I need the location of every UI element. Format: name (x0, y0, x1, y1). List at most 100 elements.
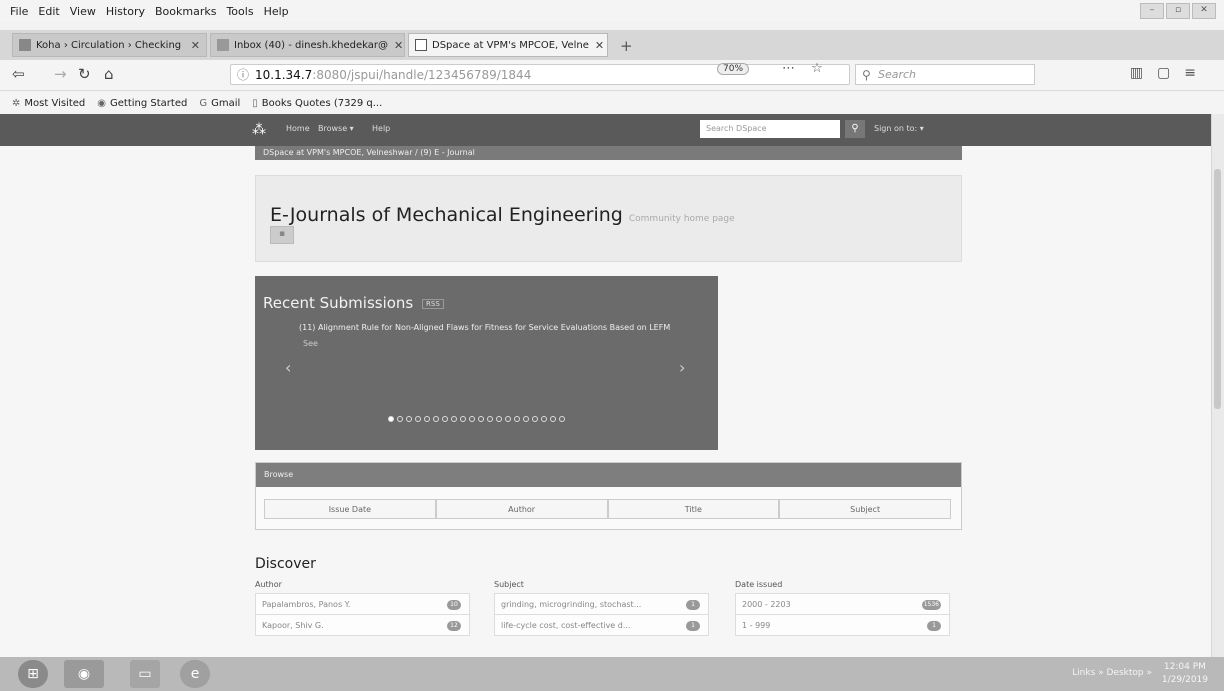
firefox-taskbar-icon[interactable]: ◉ (64, 660, 104, 688)
tab-close-icon[interactable]: ✕ (185, 39, 200, 52)
dspace-search-button[interactable]: ⚲ (845, 120, 865, 138)
menu-edit[interactable]: Edit (38, 5, 59, 18)
browse-subject-button[interactable]: Subject (779, 499, 951, 519)
menu-history[interactable]: History (106, 5, 145, 18)
library-icon[interactable]: ▥▢≡ (1130, 65, 1210, 81)
new-tab-icon[interactable]: + (620, 37, 633, 55)
facet-row[interactable]: grinding, microgrinding, stochast... 1 (494, 593, 709, 615)
browse-title-button[interactable]: Title (607, 499, 780, 519)
carousel-dot[interactable] (523, 416, 529, 422)
bookmark-icon: ▯ (252, 97, 258, 109)
home-icon[interactable]: ⌂ (104, 65, 114, 83)
nav-help[interactable]: Help (372, 124, 390, 133)
tab-close-icon[interactable]: ✕ (388, 39, 403, 52)
window-controls: – ▫ ✕ (1140, 3, 1216, 19)
menu-bookmarks[interactable]: Bookmarks (155, 5, 216, 18)
carousel-dot[interactable] (541, 416, 547, 422)
minimize-icon[interactable]: – (1140, 3, 1164, 19)
facet-label: grinding, microgrinding, stochast... (501, 600, 642, 609)
dspace-navbar: ⁂ Home Browse ▾ Help Search DSpace ⚲ Sig… (0, 114, 1212, 146)
carousel-dot[interactable] (478, 416, 484, 422)
carousel-dot[interactable] (550, 416, 556, 422)
facet-label: 2000 - 2203 (742, 600, 791, 609)
sign-on-menu[interactable]: Sign on to: ▾ (874, 124, 924, 133)
breadcrumb[interactable]: DSpace at VPM's MPCOE, Velneshwar / (9) … (255, 146, 962, 160)
tab-dspace[interactable]: DSpace at VPM's MPCOE, Velne ✕ (408, 33, 608, 57)
url-path: :8080/jspui/handle/123456789/1844 (312, 67, 532, 82)
search-icon: ⚲ (862, 68, 871, 82)
scrollbar-thumb[interactable] (1214, 169, 1221, 409)
carousel-item[interactable]: (11) Alignment Rule for Non-Aligned Flaw… (299, 320, 679, 352)
facet-head: Subject (494, 580, 524, 589)
carousel-dot[interactable] (433, 416, 439, 422)
carousel-next-icon[interactable]: › (679, 358, 685, 377)
start-button-icon[interactable]: ⊞ (18, 660, 48, 688)
community-title: E-Journals of Mechanical Engineering (270, 204, 623, 226)
facet-label: life-cycle cost, cost-effective d... (501, 621, 631, 630)
carousel-dot[interactable] (469, 416, 475, 422)
see-link[interactable]: See (303, 339, 318, 348)
page-actions-icon[interactable]: ⋯ ☆ (782, 61, 829, 76)
carousel-dot[interactable] (415, 416, 421, 422)
menu-tools[interactable]: Tools (226, 5, 253, 18)
folder-icon[interactable]: ▭ (130, 660, 160, 688)
browse-issue-date-button[interactable]: Issue Date (264, 499, 436, 519)
carousel-dot[interactable] (487, 416, 493, 422)
search-input[interactable]: ⚲ Search (855, 64, 1035, 85)
menu-help[interactable]: Help (264, 5, 289, 18)
carousel-dot[interactable] (460, 416, 466, 422)
carousel-dot[interactable] (514, 416, 520, 422)
back-icon[interactable]: ⇦ (12, 65, 25, 83)
carousel-dot[interactable] (496, 416, 502, 422)
menu-file[interactable]: File (10, 5, 28, 18)
menu-view[interactable]: View (70, 5, 96, 18)
recent-title-text: Recent Submissions (263, 294, 414, 312)
dspace-icon (415, 39, 427, 51)
browse-author-button[interactable]: Author (435, 499, 608, 519)
url-bar[interactable]: ⓘ 10.1.34.7 :8080/jspui/handle/123456789… (230, 64, 850, 85)
facet-row[interactable]: life-cycle cost, cost-effective d... 1 (494, 614, 709, 636)
bookmark-books-quotes[interactable]: ▯ Books Quotes (7329 q... (252, 98, 382, 109)
maximize-icon[interactable]: ▫ (1166, 3, 1190, 19)
reload-icon[interactable]: ↻ (78, 65, 91, 83)
carousel-dot[interactable] (505, 416, 511, 422)
forward-icon[interactable]: → (54, 65, 67, 83)
nav-home[interactable]: Home (286, 124, 310, 133)
facet-row[interactable]: 1 - 999 1 (735, 614, 950, 636)
facet-date-issued: Date issued 2000 - 2203 1536 1 - 999 1 (735, 580, 950, 636)
ie-icon[interactable]: e (180, 660, 210, 688)
tab-koha[interactable]: Koha › Circulation › Checking ✕ (12, 33, 207, 57)
carousel-dot[interactable] (424, 416, 430, 422)
menu-bar: File Edit View History Bookmarks Tools H… (0, 0, 1224, 22)
google-icon: G (199, 97, 208, 109)
bookmark-getting-started[interactable]: ◉ Getting Started (97, 98, 187, 109)
carousel-prev-icon[interactable]: ‹ (285, 358, 291, 377)
tab-close-icon[interactable]: ✕ (589, 39, 604, 52)
tab-label: Koha › Circulation › Checking (36, 39, 182, 51)
facet-row[interactable]: Papalambros, Panos Y. 10 (255, 593, 470, 615)
system-clock: 12:04 PM 1/29/2019 (1162, 661, 1208, 687)
nav-browse[interactable]: Browse ▾ (318, 124, 354, 133)
carousel-dot[interactable] (559, 416, 565, 422)
rss-button[interactable]: ▪ (270, 226, 294, 244)
bookmark-most-visited[interactable]: ✲ Most Visited (12, 98, 85, 109)
carousel-dot[interactable] (451, 416, 457, 422)
close-icon[interactable]: ✕ (1192, 3, 1216, 19)
page-scrollbar[interactable] (1211, 114, 1224, 657)
carousel-dot[interactable] (532, 416, 538, 422)
facet-row[interactable]: Kapoor, Shiv G. 12 (255, 614, 470, 636)
tray-links[interactable]: Links » Desktop » (1072, 668, 1152, 678)
carousel-dot[interactable] (397, 416, 403, 422)
tab-inbox[interactable]: Inbox (40) - dinesh.khedekar@ ✕ (210, 33, 405, 57)
zoom-level[interactable]: 70% (717, 63, 750, 75)
carousel-dot[interactable] (406, 416, 412, 422)
facet-label: 1 - 999 (742, 621, 771, 630)
facet-row[interactable]: 2000 - 2203 1536 (735, 593, 950, 615)
carousel-dot[interactable] (388, 416, 394, 422)
carousel-dot[interactable] (442, 416, 448, 422)
tab-label: Inbox (40) - dinesh.khedekar@ (234, 39, 389, 51)
dspace-logo-icon[interactable]: ⁂ (252, 122, 268, 138)
rss-badge[interactable]: RSS (422, 298, 444, 309)
dspace-search-input[interactable]: Search DSpace (700, 120, 840, 138)
bookmark-gmail[interactable]: G Gmail (199, 98, 240, 109)
